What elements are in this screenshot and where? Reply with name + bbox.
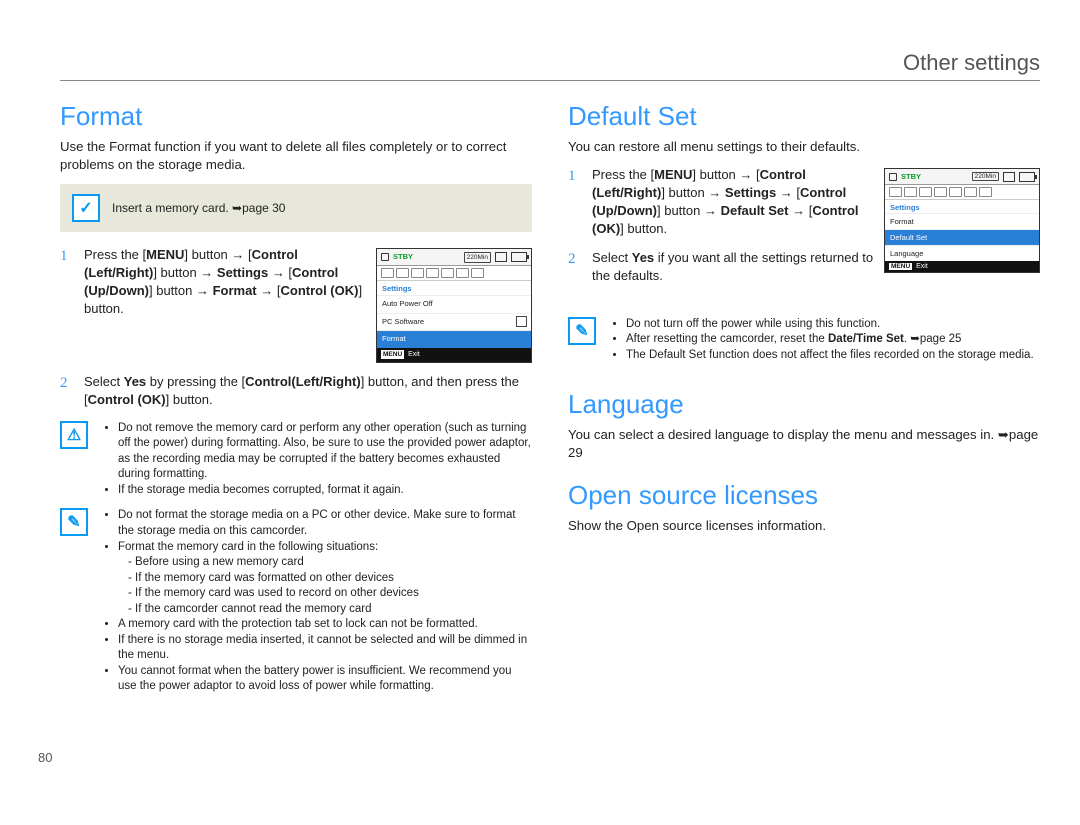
lcd-item-selected: Format [377,330,531,348]
record-icon [889,173,897,181]
menu-badge: MENU [889,263,912,270]
manual-page: Other settings Format Use the Format fun… [0,0,1080,825]
page-header: Other settings [60,50,1040,81]
exit-label: Exit [916,263,928,270]
lcd-menu-title: Settings [377,281,531,296]
format-step-2: Select Yes by pressing the [Control(Left… [84,373,532,409]
note-item: After resetting the camcorder, reset the… [626,332,1040,348]
language-heading: Language [568,389,1040,420]
note-item: If there is no storage media inserted, i… [118,633,532,664]
default-set-intro: You can restore all menu settings to the… [568,138,1040,156]
step-number: 1 [60,246,74,363]
note-item: You cannot format when the battery power… [118,664,532,695]
step-number: 1 [568,166,582,239]
time-remaining: 220Min [464,252,491,263]
check-icon: ✓ [72,194,100,222]
default-step-1: Press the [MENU] button → [Control (Left… [592,166,876,239]
lcd-preview-format: STBY 220Min Settings Aut [376,248,532,363]
icon-row [885,185,1039,200]
format-step-1: Press the [MENU] button → [Control (Left… [84,246,368,319]
page-number: 80 [38,750,52,765]
lcd-item-selected: Default Set [885,229,1039,245]
menu-badge: MENU [381,350,404,359]
sd-icon [516,316,527,327]
lcd-item: Auto Power Off [377,295,531,313]
stby-label: STBY [901,172,921,181]
warning-icon: ⚠ [60,421,88,449]
note-subitem: If the camcorder cannot read the memory … [128,602,532,618]
note-item: The Default Set function does not affect… [626,348,1040,364]
note-subitem: Before using a new memory card [128,555,532,571]
default-notes-block: ✎ Do not turn off the power while using … [568,317,1040,364]
note-icon: ✎ [60,508,88,536]
time-remaining: 220Min [972,172,999,181]
note-item: A memory card with the protection tab se… [118,617,532,633]
format-heading: Format [60,101,532,132]
note-subitem: If the memory card was formatted on othe… [128,571,532,587]
two-column-layout: Format Use the Format function if you wa… [60,101,1040,699]
lcd-item: Format [885,213,1039,229]
lcd-item: Language [885,245,1039,261]
right-column: Default Set You can restore all menu set… [568,101,1040,699]
lcd-item: PC Software [377,313,531,331]
default-set-heading: Default Set [568,101,1040,132]
battery-icon [511,252,527,262]
notes-block: ✎ Do not format the storage media on a P… [60,508,532,694]
card-icon [1003,172,1015,182]
step-number: 2 [60,373,74,409]
icon-row [377,266,531,281]
record-icon [381,253,389,261]
format-intro: Use the Format function if you want to d… [60,138,532,174]
note-item: Do not turn off the power while using th… [626,317,1040,333]
stby-label: STBY [393,252,413,263]
lcd-menu-title: Settings [885,200,1039,213]
step-number: 2 [568,249,582,285]
note-item: Do not format the storage media on a PC … [118,508,532,539]
battery-icon [1019,172,1035,182]
default-step-2: Select Yes if you want all the settings … [592,249,876,285]
warning-item: If the storage media becomes corrupted, … [118,483,532,499]
card-icon [495,252,507,262]
note-subitem: If the memory card was used to record on… [128,586,532,602]
format-steps: 1 Press the [MENU] button → [Control (Le… [60,246,532,409]
exit-label: Exit [408,350,420,360]
note-icon: ✎ [568,317,596,345]
left-column: Format Use the Format function if you wa… [60,101,532,699]
osl-intro: Show the Open source licenses informatio… [568,517,1040,535]
warning-block: ⚠ Do not remove the memory card or perfo… [60,421,532,499]
language-intro: You can select a desired language to dis… [568,426,1040,462]
default-set-steps: 1 Press the [MENU] button → [Control (Le… [568,166,876,295]
lcd-preview-defaultset: STBY 220Min Settings Format Default Set … [884,168,1040,273]
header-title: Other settings [903,50,1040,75]
note-item: Format the memory card in the following … [118,540,532,618]
osl-heading: Open source licenses [568,480,1040,511]
default-set-row: 1 Press the [MENU] button → [Control (Le… [568,166,1040,307]
callout-text: Insert a memory card. ➥page 30 [112,201,285,215]
warning-item: Do not remove the memory card or perform… [118,421,532,483]
insert-card-callout: ✓ Insert a memory card. ➥page 30 [60,184,532,232]
